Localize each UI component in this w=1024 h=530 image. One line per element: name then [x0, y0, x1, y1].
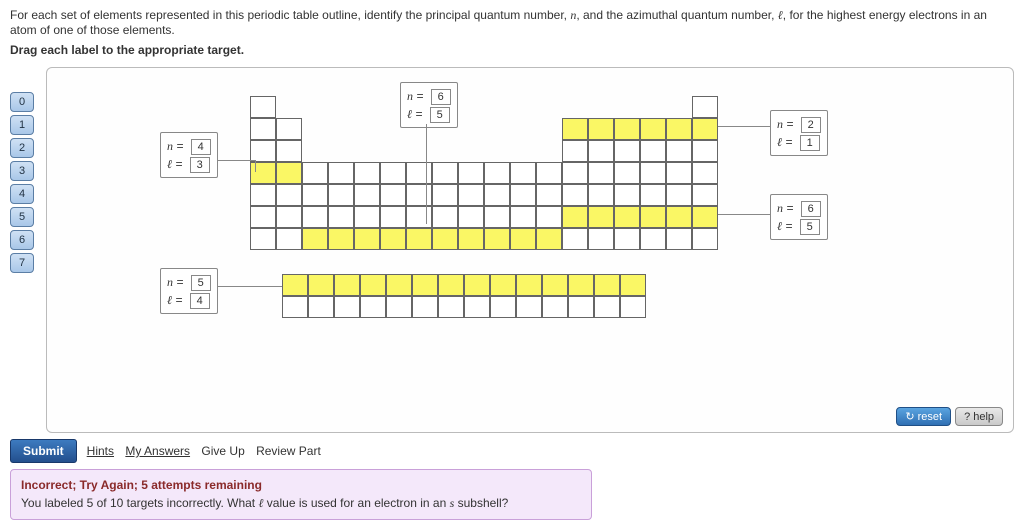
target-box-1[interactable]: n = 4 ℓ = 3 [160, 132, 218, 178]
help-icon: ? [964, 411, 970, 423]
slot-n-2[interactable]: 6 [431, 89, 451, 105]
myanswers-link[interactable]: My Answers [125, 444, 190, 458]
help-label: help [973, 411, 994, 423]
hints-link[interactable]: Hints [87, 444, 114, 458]
chip-0[interactable]: 0 [10, 92, 34, 112]
fb-a: You labeled 5 of 10 targets incorrectly.… [21, 496, 258, 510]
periodic-table: n = 4 ℓ = 3 n = 6 ℓ = 5 n = 2 ℓ = 1 n = … [100, 82, 960, 402]
chip-3[interactable]: 3 [10, 161, 34, 181]
label-palette: 0 1 2 3 4 5 6 7 [10, 92, 34, 273]
review-link[interactable]: Review Part [256, 444, 321, 458]
slot-l-4[interactable]: 5 [800, 219, 820, 235]
submit-button[interactable]: Submit [10, 439, 77, 463]
slot-n-1[interactable]: 4 [191, 139, 211, 155]
feedback-heading: Incorrect; Try Again; 5 attempts remaini… [21, 478, 581, 492]
feedback-body: You labeled 5 of 10 targets incorrectly.… [21, 496, 581, 511]
slot-l-3[interactable]: 1 [800, 135, 820, 151]
target-box-2[interactable]: n = 6 ℓ = 5 [400, 82, 458, 128]
reset-icon: ↻ [905, 410, 914, 423]
target-box-4[interactable]: n = 6 ℓ = 5 [770, 194, 828, 240]
reset-label: reset [918, 411, 942, 423]
fb-b: value is used for an electron in an [263, 496, 449, 510]
target-box-5[interactable]: n = 5 ℓ = 4 [160, 268, 218, 314]
instruction-text-a: For each set of elements represented in … [10, 8, 570, 22]
fb-c: subshell? [454, 496, 508, 510]
chip-7[interactable]: 7 [10, 253, 34, 273]
chip-4[interactable]: 4 [10, 184, 34, 204]
feedback-box: Incorrect; Try Again; 5 attempts remaini… [10, 469, 592, 520]
giveup-link[interactable]: Give Up [201, 444, 244, 458]
target-box-3[interactable]: n = 2 ℓ = 1 [770, 110, 828, 156]
instruction-text-b: , and the azimuthal quantum number, [576, 8, 777, 22]
chip-5[interactable]: 5 [10, 207, 34, 227]
slot-n-5[interactable]: 5 [191, 275, 211, 291]
slot-l-2[interactable]: 5 [430, 107, 450, 123]
help-button[interactable]: ?help [955, 407, 1003, 426]
chip-2[interactable]: 2 [10, 138, 34, 158]
slot-l-1[interactable]: 3 [190, 157, 210, 173]
slot-l-5[interactable]: 4 [190, 293, 210, 309]
slot-n-4[interactable]: 6 [801, 201, 821, 217]
instruction-drag: Drag each label to the appropriate targe… [10, 43, 1014, 57]
reset-button[interactable]: ↻ reset [896, 407, 951, 426]
slot-n-3[interactable]: 2 [801, 117, 821, 133]
action-links: Hints My Answers Give Up Review Part [87, 444, 329, 458]
workspace: n = 4 ℓ = 3 n = 6 ℓ = 5 n = 2 ℓ = 1 n = … [46, 67, 1014, 433]
chip-6[interactable]: 6 [10, 230, 34, 250]
chip-1[interactable]: 1 [10, 115, 34, 135]
